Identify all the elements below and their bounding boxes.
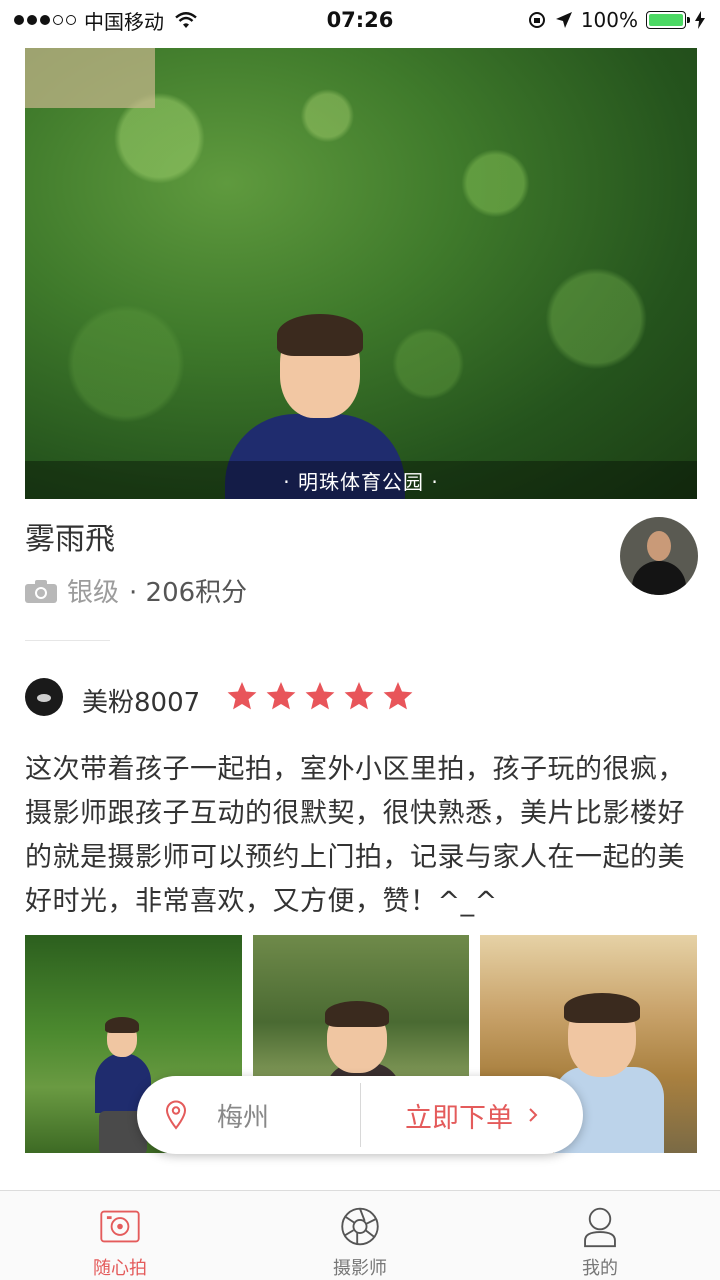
location-caption: · 明珠体育公园 · bbox=[25, 461, 697, 499]
tab-shoot-label: 随心拍 bbox=[93, 1258, 147, 1279]
star-icon bbox=[344, 682, 374, 710]
tab-me[interactable]: 我的 bbox=[480, 1191, 720, 1280]
review-text: 这次带着孩子一起拍，室外小区里拍，孩子玩的很疯，摄影师跟孩子互动的很默契，很快熟… bbox=[25, 754, 685, 917]
order-now-button[interactable]: 立即下单 bbox=[361, 1076, 583, 1154]
hero-background-wall bbox=[25, 48, 155, 108]
signal-strength-icon bbox=[14, 15, 76, 25]
reviewer-avatar[interactable] bbox=[25, 678, 63, 716]
photographer-level: 银级 bbox=[67, 578, 120, 608]
city-label: 梅州 bbox=[217, 1102, 270, 1133]
camera-icon bbox=[100, 1210, 140, 1243]
rating-stars bbox=[226, 680, 414, 712]
charging-bolt-icon bbox=[695, 11, 705, 29]
photographer-points: · 206积分 bbox=[129, 578, 248, 608]
chevron-right-icon bbox=[529, 1108, 538, 1122]
person-icon bbox=[584, 1207, 616, 1248]
photographer-meta: 银级 · 206积分 bbox=[25, 572, 247, 609]
divider bbox=[25, 640, 110, 641]
star-icon bbox=[227, 682, 257, 710]
tab-shoot[interactable]: 随心拍 bbox=[0, 1191, 240, 1280]
tab-photographers[interactable]: 摄影师 bbox=[240, 1191, 480, 1280]
city-selector[interactable]: 梅州 bbox=[137, 1076, 360, 1154]
tab-photographers-label: 摄影师 bbox=[333, 1258, 387, 1279]
wifi-icon bbox=[175, 12, 197, 28]
orientation-lock-icon bbox=[528, 12, 545, 28]
reviewer-name: 美粉8007 bbox=[82, 688, 201, 718]
photographer-name: 雾雨飛 bbox=[25, 522, 115, 557]
order-bar: 梅州 立即下单 bbox=[137, 1076, 583, 1154]
hero-photo[interactable]: · 明珠体育公园 · bbox=[25, 48, 697, 499]
battery-percent: 100% bbox=[580, 8, 638, 32]
aperture-icon bbox=[341, 1207, 379, 1246]
carrier-name: 中国移动 bbox=[84, 9, 164, 34]
camera-level-icon bbox=[25, 579, 57, 603]
tab-me-label: 我的 bbox=[582, 1258, 618, 1279]
order-now-label: 立即下单 bbox=[405, 1102, 513, 1134]
star-icon bbox=[305, 682, 335, 710]
status-bar: 中国移动 07:26 100% bbox=[0, 0, 720, 40]
tab-bar: 随心拍 摄影师 我的 bbox=[0, 1191, 720, 1280]
battery-icon bbox=[646, 11, 690, 29]
photographer-avatar[interactable] bbox=[620, 517, 698, 595]
star-icon bbox=[266, 682, 296, 710]
location-pin-icon bbox=[165, 1100, 187, 1130]
location-arrow-icon bbox=[555, 12, 572, 28]
star-icon bbox=[383, 682, 413, 710]
